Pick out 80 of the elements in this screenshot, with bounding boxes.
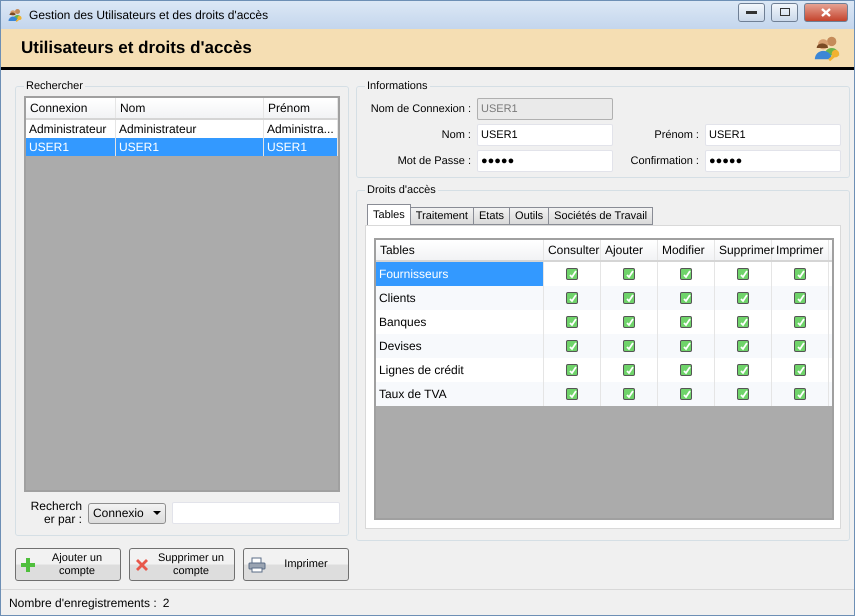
checkbox[interactable] [623,292,635,304]
column-header[interactable]: Prénom [264,98,338,118]
record-count: 2 [162,596,170,610]
tab[interactable]: Etats [472,207,510,225]
column-header[interactable]: Modifier [658,240,715,260]
checkbox[interactable] [794,268,806,280]
password-field[interactable]: ●●●●● [477,150,613,172]
maximize-icon [780,8,790,16]
checkbox[interactable] [623,316,635,328]
checkbox[interactable] [737,388,749,400]
checkbox[interactable] [623,268,635,280]
minimize-icon [746,10,757,14]
checkbox[interactable] [566,340,578,352]
tab[interactable]: Traitement [410,207,474,225]
column-header[interactable]: Supprimer [715,240,772,260]
name-field[interactable]: USER1 [477,124,613,146]
checkbox[interactable] [794,316,806,328]
action-button[interactable]: Imprimer [243,548,349,581]
table-cell: USER1 [264,138,338,156]
first-name-field[interactable]: USER1 [705,124,841,146]
checkbox[interactable] [737,292,749,304]
checkbox[interactable] [680,364,692,376]
column-header[interactable]: Ajouter [601,240,658,260]
maximize-button[interactable] [771,2,798,22]
window-title: Gestion des Utilisateurs et des droits d'accès [29,8,270,22]
checkbox[interactable] [737,316,749,328]
close-icon [821,8,831,16]
group-title: Rechercher [25,80,84,92]
minimize-button[interactable] [738,2,765,22]
checkbox[interactable] [680,292,692,304]
printer-icon [248,556,266,572]
checkbox[interactable] [794,364,806,376]
checkbox[interactable] [566,316,578,328]
table-cell: USER1 [26,138,116,156]
search-label: Rechercher par : [30,500,82,526]
search-by-dropdown[interactable]: Connexio [88,502,166,524]
banner-title: Utilisateurs et droits d'accès [21,38,252,58]
group-title: Droits d'accès [366,184,437,196]
checkbox[interactable] [680,388,692,400]
confirm-password-field[interactable]: ●●●●● [705,150,841,172]
field-label: Prénom : [653,129,699,141]
table-cell: USER1 [116,138,264,156]
column-header[interactable]: Nom [116,98,264,118]
checkbox[interactable] [794,388,806,400]
checkbox[interactable] [623,388,635,400]
users-key-icon [7,7,23,23]
tab[interactable]: Sociétés de Travail [548,207,654,225]
field-label: Confirmation : [630,155,699,167]
plus-icon [20,556,36,572]
field-label: Mot de Passe : [396,155,471,167]
checkbox[interactable] [680,268,692,280]
status-label: Nombre d'enregistrements : [9,596,157,610]
field-label: Nom de Connexion : [370,103,471,115]
user-row[interactable]: Administrateur Administrateur Administra... [26,120,338,138]
cross-icon [134,556,150,572]
checkbox[interactable] [737,364,749,376]
field-label: Nom : [440,129,471,141]
checkbox[interactable] [680,340,692,352]
checkbox[interactable] [623,364,635,376]
close-button[interactable] [804,2,848,22]
checkbox[interactable] [566,388,578,400]
checkbox[interactable] [794,292,806,304]
checkbox[interactable] [680,316,692,328]
action-button[interactable]: Supprimer un compte [129,548,235,581]
checkbox[interactable] [623,340,635,352]
checkbox[interactable] [566,292,578,304]
column-header[interactable]: Connexion [26,98,116,118]
column-header[interactable]: Tables [376,240,544,260]
action-button[interactable]: Ajouter un compte [15,548,121,581]
checkbox[interactable] [737,340,749,352]
search-field[interactable] [172,502,340,524]
checkbox[interactable] [737,268,749,280]
checkbox[interactable] [566,364,578,376]
tab[interactable]: Tables [367,204,411,225]
checkbox[interactable] [794,340,806,352]
login-field[interactable]: USER1 [477,98,613,120]
group-title: Informations [366,80,429,92]
checkbox[interactable] [566,268,578,280]
column-header[interactable]: Consulter [544,240,601,260]
tab[interactable]: Outils [509,207,550,225]
